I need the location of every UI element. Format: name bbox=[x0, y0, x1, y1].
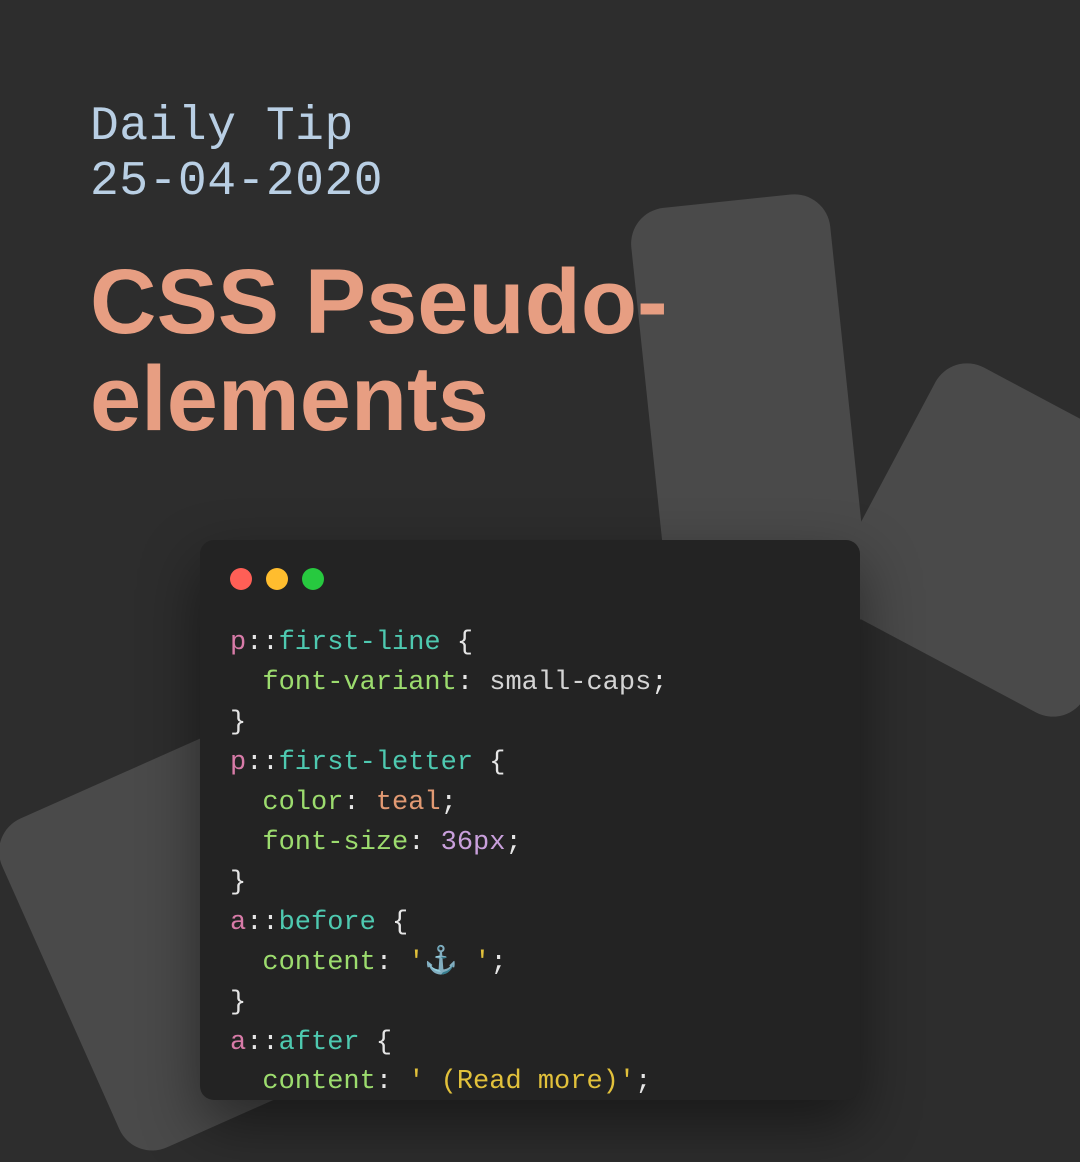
code-token: teal bbox=[376, 788, 441, 818]
code-token: } bbox=[230, 708, 246, 738]
code-token: : bbox=[408, 828, 440, 858]
code-token: ; bbox=[441, 788, 457, 818]
kicker: Daily Tip 25-04-2020 bbox=[90, 100, 668, 210]
code-token: a bbox=[230, 1028, 246, 1058]
code-token: ; bbox=[635, 1067, 651, 1097]
code-token: : bbox=[343, 788, 375, 818]
code-token: { bbox=[360, 1028, 392, 1058]
code-token: font-size bbox=[262, 828, 408, 858]
code-token: content bbox=[262, 1067, 375, 1097]
code-token: first-letter bbox=[279, 748, 473, 778]
zoom-icon bbox=[302, 568, 324, 590]
code-token: : bbox=[376, 948, 408, 978]
title-line2: elements bbox=[90, 348, 489, 450]
code-token: after bbox=[279, 1028, 360, 1058]
code-token: a bbox=[230, 908, 246, 938]
code-window: p::first-line { font-variant: small-caps… bbox=[200, 540, 860, 1100]
code-token: } bbox=[230, 868, 246, 898]
code-token: : bbox=[457, 668, 489, 698]
header: Daily Tip 25-04-2020 CSS Pseudo- element… bbox=[90, 100, 668, 448]
code-token bbox=[230, 1067, 262, 1097]
minimize-icon bbox=[266, 568, 288, 590]
code-token: ; bbox=[505, 828, 521, 858]
title-line1: CSS Pseudo- bbox=[90, 251, 668, 353]
page-title: CSS Pseudo- elements bbox=[90, 254, 668, 447]
code-token: : bbox=[376, 1067, 408, 1097]
code-token: font-variant bbox=[262, 668, 456, 698]
code-token: :: bbox=[246, 908, 278, 938]
code-token: ; bbox=[651, 668, 667, 698]
code-token: { bbox=[376, 908, 408, 938]
code-token: p bbox=[230, 628, 246, 658]
code-token: small-caps bbox=[489, 668, 651, 698]
kicker-line2: 25-04-2020 bbox=[90, 155, 383, 209]
code-token: { bbox=[441, 628, 473, 658]
code-token bbox=[230, 788, 262, 818]
code-token: before bbox=[279, 908, 376, 938]
code-token bbox=[230, 948, 262, 978]
code-token: content bbox=[262, 948, 375, 978]
code-token bbox=[230, 668, 262, 698]
code-token: } bbox=[230, 988, 246, 1018]
code-token: 36px bbox=[441, 828, 506, 858]
code-token: first-line bbox=[279, 628, 441, 658]
code-token bbox=[230, 828, 262, 858]
traffic-lights bbox=[230, 568, 830, 590]
close-icon bbox=[230, 568, 252, 590]
code-token: :: bbox=[246, 1028, 278, 1058]
code-token: { bbox=[473, 748, 505, 778]
code-token: '⚓ ' bbox=[408, 948, 490, 978]
code-token: ; bbox=[490, 948, 506, 978]
code-token: color bbox=[262, 788, 343, 818]
code-token: :: bbox=[246, 748, 278, 778]
code-token: ' (Read more)' bbox=[408, 1067, 635, 1097]
code-token: :: bbox=[246, 628, 278, 658]
code-token: p bbox=[230, 748, 246, 778]
code-block: p::first-line { font-variant: small-caps… bbox=[230, 624, 830, 1103]
kicker-line1: Daily Tip bbox=[90, 100, 354, 154]
